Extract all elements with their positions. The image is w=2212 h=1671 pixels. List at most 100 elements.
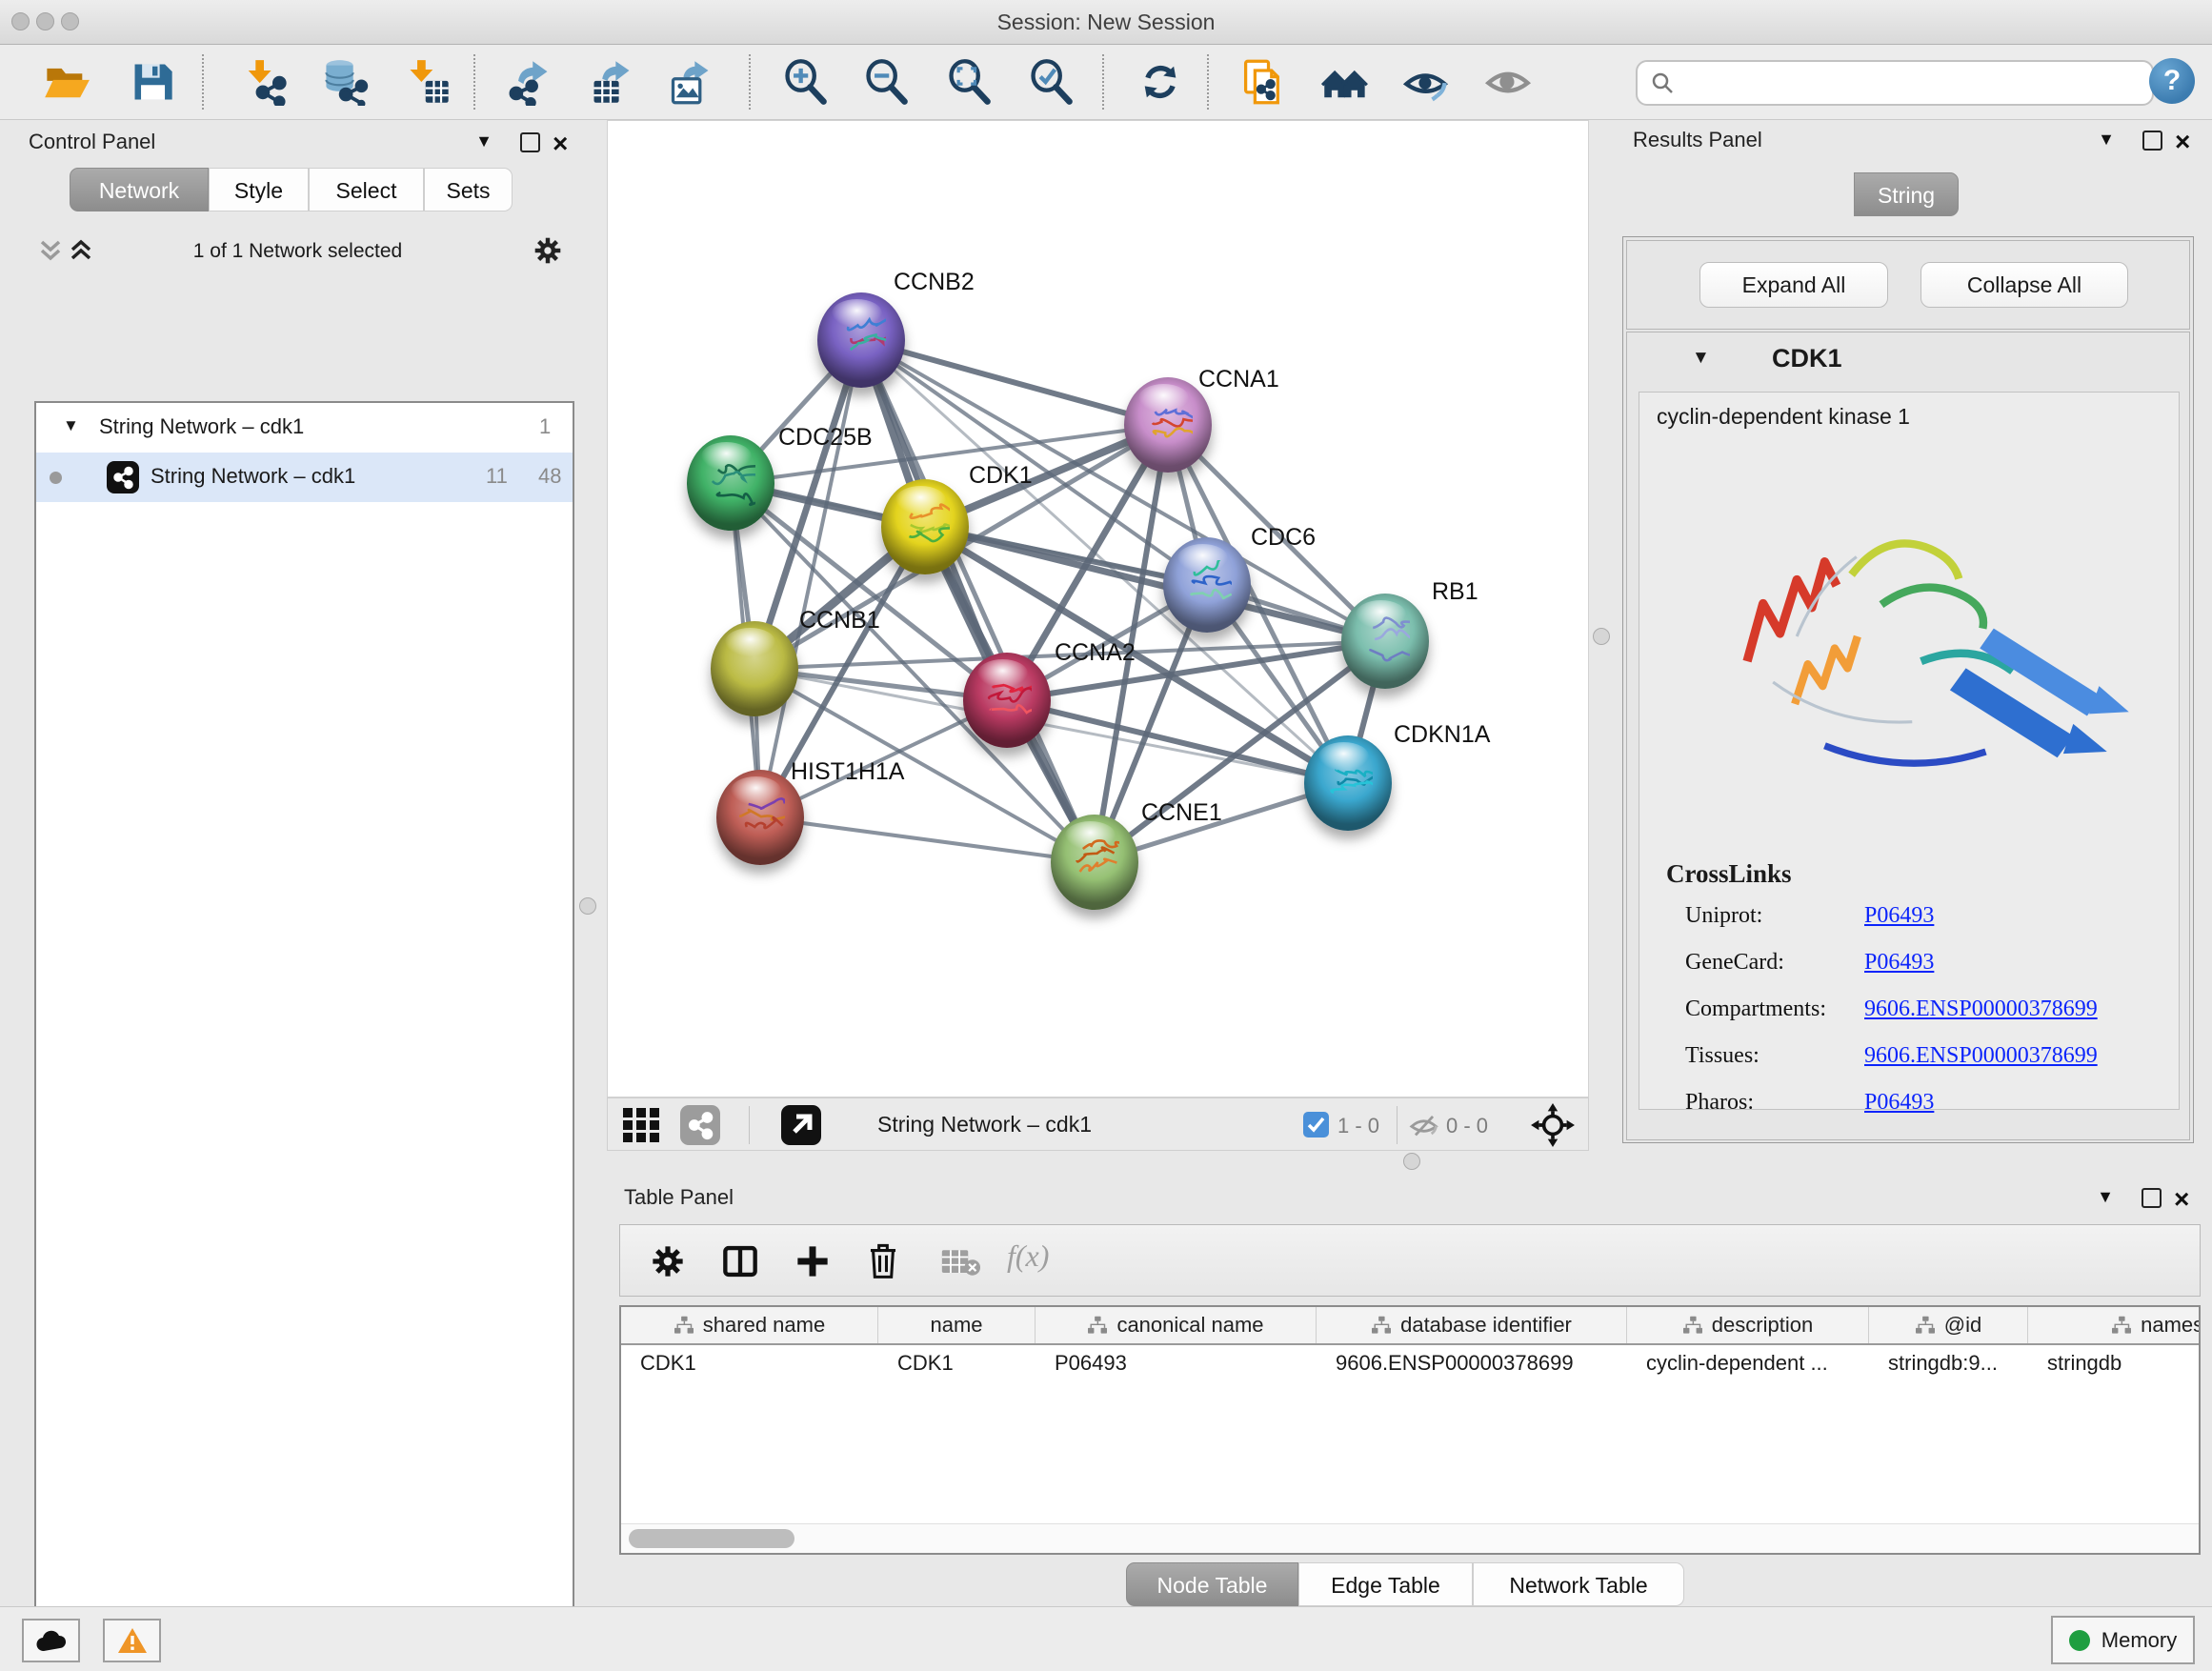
import-table-button[interactable] <box>405 58 452 106</box>
column-header-namespace[interactable]: namespace <box>2028 1307 2201 1343</box>
left-splitter-handle[interactable] <box>579 897 596 915</box>
column-header-label: database identifier <box>1400 1313 1572 1338</box>
show-all-button[interactable] <box>1484 58 1532 106</box>
expand-all-button[interactable]: Expand All <box>1699 262 1888 308</box>
column-header-label: @id <box>1944 1313 1981 1338</box>
zoom-in-button[interactable] <box>781 58 829 106</box>
control-panel-float-icon[interactable] <box>520 132 540 152</box>
network-node-CDC25B[interactable] <box>687 435 774 531</box>
collection-expand-icon[interactable]: ▼ <box>63 416 79 435</box>
network-panel-gear-icon[interactable] <box>532 234 564 272</box>
results-panel-float-icon[interactable] <box>2142 131 2162 151</box>
network-collection-row[interactable]: ▼ String Network – cdk1 1 <box>36 403 573 453</box>
help-button[interactable]: ? <box>2149 58 2195 104</box>
column-header-sharedname[interactable]: shared name <box>621 1307 878 1343</box>
column-header-id[interactable]: @id <box>1869 1307 2028 1343</box>
network-node-CDKN1A[interactable] <box>1304 735 1392 831</box>
zoom-out-button[interactable] <box>862 58 910 106</box>
column-header-canonicalname[interactable]: canonical name <box>1036 1307 1317 1343</box>
selected-nodes-checkbox[interactable] <box>1303 1112 1329 1137</box>
tab-node-table[interactable]: Node Table <box>1126 1562 1298 1606</box>
crosslink-link[interactable]: 9606.ENSP00000378699 <box>1864 997 2098 1022</box>
tab-string[interactable]: String <box>1854 172 1959 216</box>
zoom-fit-button[interactable] <box>945 58 993 106</box>
tab-select[interactable]: Select <box>309 168 424 211</box>
tab-network-table[interactable]: Network Table <box>1473 1562 1684 1606</box>
export-network-button[interactable] <box>506 58 553 106</box>
control-panel-close-icon[interactable]: × <box>553 134 568 153</box>
entry-detail-box: cyclin-dependent kinase 1 <box>1639 392 2180 1110</box>
network-share-toggle-icon[interactable] <box>680 1105 720 1145</box>
column-header-databaseidentifier[interactable]: database identifier <box>1317 1307 1627 1343</box>
hscrollbar-thumb[interactable] <box>629 1529 794 1548</box>
export-table-button[interactable] <box>588 58 635 106</box>
network-node-CCNE1[interactable] <box>1051 815 1138 910</box>
zoom-selected-button[interactable] <box>1027 58 1075 106</box>
column-header-label: namespace <box>2141 1313 2201 1338</box>
column-header-label: canonical name <box>1116 1313 1263 1338</box>
network-edge[interactable] <box>925 527 1385 641</box>
zoom-out-icon <box>862 58 910 106</box>
network-canvas[interactable]: CCNB2CCNA1CDC25BCDK1CDC6RB1CCNB1CCNA2CDK… <box>607 120 1589 1097</box>
results-panel-menu-icon[interactable]: ▼ <box>2094 130 2119 150</box>
memory-button[interactable]: Memory <box>2051 1616 2195 1664</box>
tab-style[interactable]: Style <box>209 168 309 211</box>
clone-network-button[interactable] <box>1238 58 1286 106</box>
right-splitter-handle[interactable] <box>1593 628 1610 645</box>
protein-structure-thumbnail <box>1323 758 1373 808</box>
import-network-from-database-button[interactable] <box>321 58 369 106</box>
show-columns-icon[interactable] <box>721 1242 759 1285</box>
table-panel-float-icon[interactable] <box>2142 1188 2162 1208</box>
search-input[interactable] <box>1636 60 2154 106</box>
table-hscrollbar[interactable] <box>621 1523 2199 1553</box>
control-panel-menu-icon[interactable]: ▼ <box>472 131 496 151</box>
network-node-CCNB2[interactable] <box>817 292 905 388</box>
pan-crosshair-icon[interactable] <box>1530 1102 1576 1153</box>
column-header-name[interactable]: name <box>878 1307 1036 1343</box>
cloud-icon <box>34 1628 69 1653</box>
network-node-RB1[interactable] <box>1341 594 1429 689</box>
hide-selected-button[interactable] <box>1402 58 1450 106</box>
delete-column-icon[interactable] <box>864 1240 902 1285</box>
crosslink-link[interactable]: P06493 <box>1864 950 1934 976</box>
cloud-status-button[interactable] <box>22 1619 80 1662</box>
network-edge[interactable] <box>760 340 861 817</box>
network-node-CDC6[interactable] <box>1163 537 1251 633</box>
table-panel-menu-icon[interactable]: ▼ <box>2093 1187 2118 1207</box>
tab-edge-table[interactable]: Edge Table <box>1298 1562 1473 1606</box>
network-node-CCNA2[interactable] <box>963 653 1051 748</box>
network-edge[interactable] <box>760 817 1095 862</box>
open-session-button[interactable] <box>43 58 90 106</box>
crosslink-link[interactable]: P06493 <box>1864 1090 1934 1116</box>
apply-layout-button[interactable] <box>1136 58 1184 106</box>
bottom-splitter-handle[interactable] <box>1403 1153 1420 1170</box>
results-outer-box: Expand All Collapse All ▼ CDK1 cyclin-de… <box>1622 236 2194 1143</box>
hidden-eye-slash-icon[interactable] <box>1408 1110 1440 1145</box>
collapse-all-button[interactable]: Collapse All <box>1920 262 2128 308</box>
tab-sets[interactable]: Sets <box>424 168 513 211</box>
save-session-button[interactable] <box>129 58 176 106</box>
home-button[interactable] <box>1321 58 1369 106</box>
birds-eye-grid-icon[interactable] <box>621 1106 661 1149</box>
network-node-CCNB1[interactable] <box>711 621 798 716</box>
results-panel-close-icon[interactable]: × <box>2175 132 2190 151</box>
entry-collapse-icon[interactable]: ▼ <box>1692 348 1710 369</box>
column-header-description[interactable]: description <box>1627 1307 1869 1343</box>
add-column-icon[interactable] <box>794 1242 832 1285</box>
export-image-button[interactable] <box>667 58 714 106</box>
table-panel-close-icon[interactable]: × <box>2174 1190 2189 1209</box>
network-row-selected[interactable]: String Network – cdk1 11 48 <box>36 453 573 502</box>
hierarchy-icon <box>1087 1316 1108 1335</box>
crosslink-link[interactable]: P06493 <box>1864 903 1934 929</box>
table-gear-icon[interactable] <box>649 1242 687 1285</box>
tab-network[interactable]: Network <box>70 168 209 211</box>
network-view-toolbar: String Network – cdk1 1 - 0 0 - 0 <box>607 1097 1589 1151</box>
crosslink-link[interactable]: 9606.ENSP00000378699 <box>1864 1043 2098 1069</box>
table-row[interactable]: CDK1CDK1P064939606.ENSP00000378699cyclin… <box>621 1343 2201 1383</box>
network-node-CDK1[interactable] <box>881 479 969 574</box>
collection-label: String Network – cdk1 <box>99 414 304 439</box>
warning-status-button[interactable] <box>103 1619 161 1662</box>
hierarchy-icon <box>1915 1316 1936 1335</box>
import-network-button[interactable] <box>240 58 288 106</box>
open-in-window-icon[interactable] <box>781 1105 821 1145</box>
